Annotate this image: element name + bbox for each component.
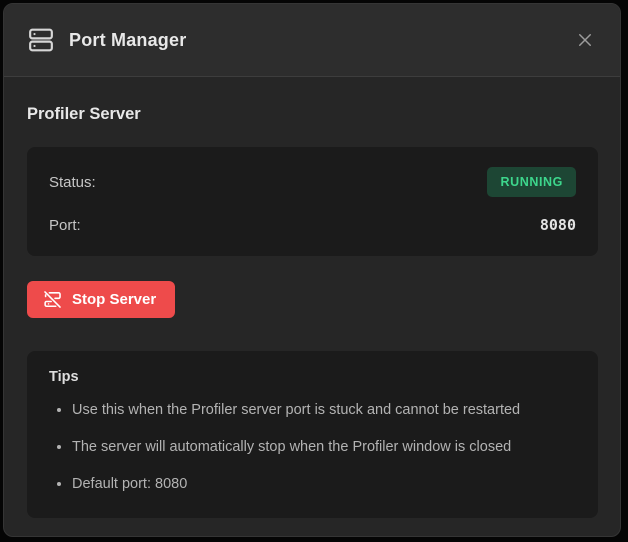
- status-label: Status:: [49, 174, 96, 191]
- dialog-title: Port Manager: [69, 30, 570, 51]
- server-icon: [28, 27, 54, 53]
- status-badge: RUNNING: [487, 167, 576, 197]
- stop-server-label: Stop Server: [72, 291, 156, 308]
- tips-title: Tips: [49, 369, 576, 385]
- port-manager-dialog: Port Manager Profiler Server Status: RUN…: [3, 3, 621, 537]
- close-button[interactable]: [570, 25, 600, 55]
- tips-panel: Tips Use this when the Profiler server p…: [27, 351, 598, 518]
- port-row: Port: 8080: [49, 214, 576, 236]
- dialog-titlebar: Port Manager: [4, 4, 620, 77]
- port-value: 8080: [540, 216, 576, 234]
- stop-server-button[interactable]: Stop Server: [27, 281, 175, 318]
- tip-item: Default port: 8080: [72, 474, 576, 494]
- tip-item: Use this when the Profiler server port i…: [72, 400, 576, 420]
- tip-item: The server will automatically stop when …: [72, 437, 576, 457]
- port-label: Port:: [49, 217, 81, 234]
- tips-list: Use this when the Profiler server port i…: [49, 400, 576, 494]
- server-off-icon: [43, 290, 62, 309]
- status-panel: Status: RUNNING Port: 8080: [27, 147, 598, 256]
- section-title: Profiler Server: [27, 105, 598, 124]
- close-icon: [576, 31, 594, 49]
- dialog-content: Profiler Server Status: RUNNING Port: 80…: [4, 77, 620, 518]
- status-row: Status: RUNNING: [49, 167, 576, 197]
